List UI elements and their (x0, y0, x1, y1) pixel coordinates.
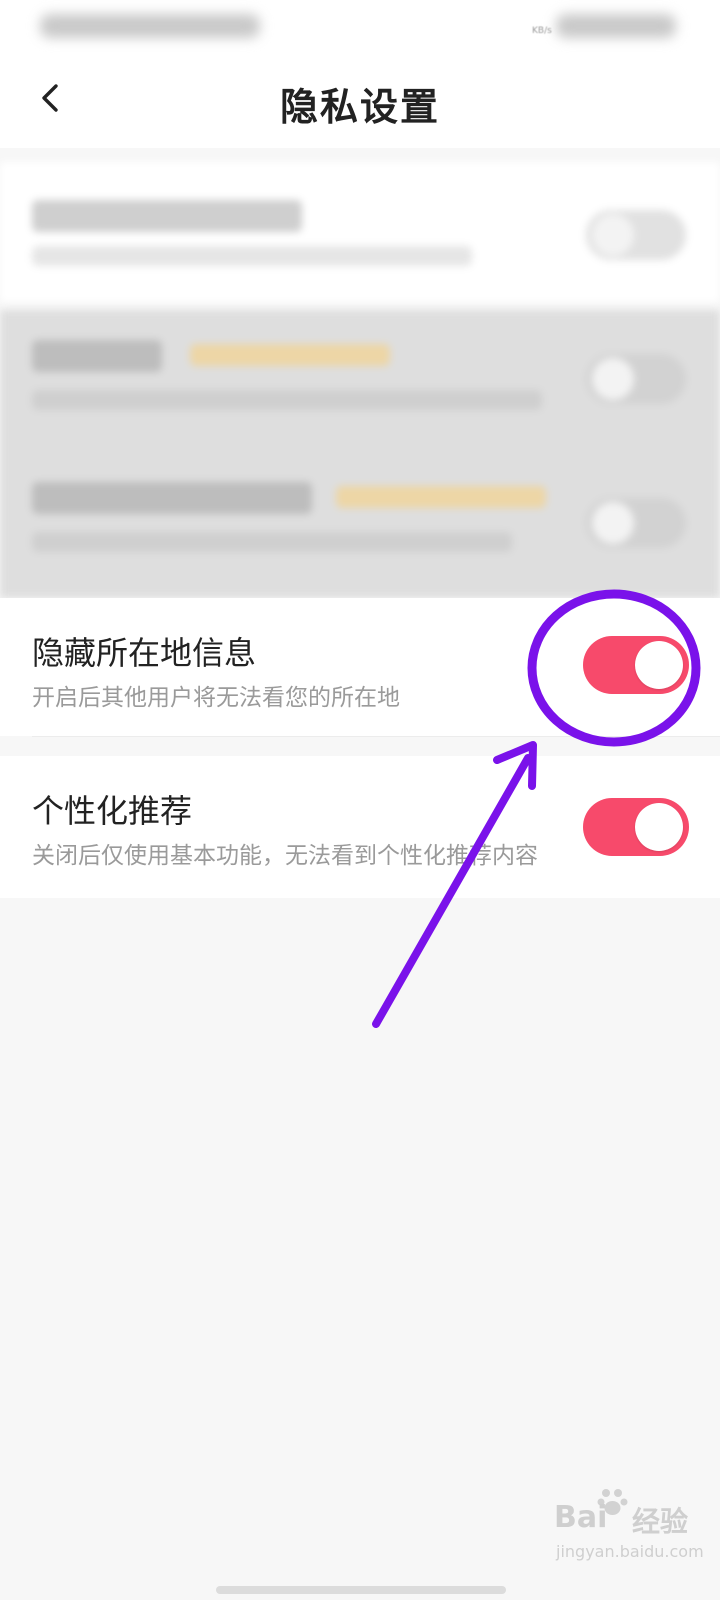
page-title: 隐私设置 (279, 85, 440, 129)
watermark-brand: Bai (554, 1500, 608, 1535)
setting-hide-location: 隐藏所在地信息 开启后其他用户将无法看您的所在地 (0, 598, 720, 736)
blurred-switch (586, 498, 686, 548)
blurred-settings (0, 162, 720, 598)
setting-title: 隐藏所在地信息 (32, 634, 257, 672)
toggle-knob (635, 803, 683, 851)
home-indicator[interactable] (216, 1586, 506, 1594)
personalized-recommend-toggle[interactable] (583, 798, 689, 856)
blurred-switch (586, 210, 686, 260)
blurred-switch (586, 354, 686, 404)
watermark-url: jingyan.baidu.com (556, 1542, 704, 1561)
watermark-brand-cn: 经验 (632, 1505, 689, 1538)
setting-description: 关闭后仅使用基本功能，无法看到个性化推荐内容 (32, 843, 538, 869)
header: 隐私设置 (0, 56, 720, 148)
blurred-row (0, 162, 720, 302)
hide-location-toggle[interactable] (583, 636, 689, 694)
network-speed-unit: KB/s (532, 26, 552, 36)
divider (32, 736, 720, 737)
blurred-row (0, 310, 720, 598)
baidu-jingyan-watermark: Bai 经验 jingyan.baidu.com (548, 1489, 704, 1568)
toggle-knob (635, 641, 683, 689)
setting-description: 开启后其他用户将无法看您的所在地 (32, 685, 400, 711)
status-icons-blurred (556, 14, 676, 38)
status-time-blurred (40, 14, 260, 38)
setting-personalized-recommend: 个性化推荐 关闭后仅使用基本功能，无法看到个性化推荐内容 (0, 756, 720, 898)
setting-title: 个性化推荐 (32, 792, 193, 830)
status-bar: KB/s (0, 0, 720, 56)
